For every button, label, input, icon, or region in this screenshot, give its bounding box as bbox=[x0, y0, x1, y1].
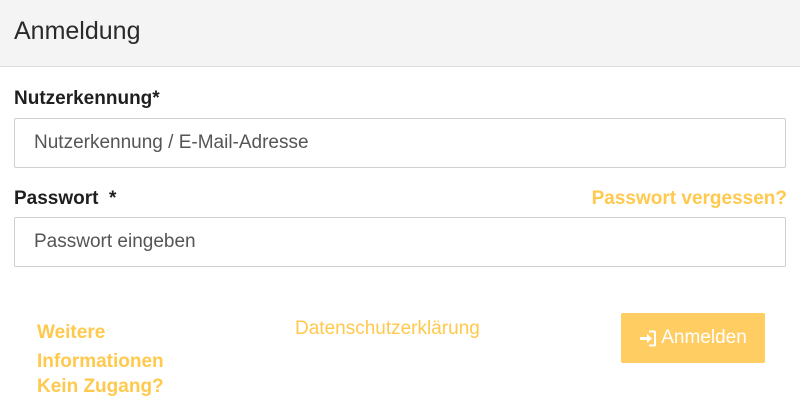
page-title: Anmeldung bbox=[14, 17, 141, 45]
password-input[interactable] bbox=[14, 217, 786, 267]
page-header: Anmeldung bbox=[0, 0, 800, 67]
no-access-link[interactable]: Kein Zugang? bbox=[37, 376, 164, 398]
username-input[interactable] bbox=[14, 118, 786, 168]
login-button-label: Anmelden bbox=[661, 327, 747, 348]
login-button[interactable]: Anmelden bbox=[621, 313, 765, 363]
privacy-policy-link[interactable]: Datenschutzerklärung bbox=[295, 318, 480, 340]
password-label: Passwort * bbox=[14, 188, 117, 209]
sign-in-icon bbox=[639, 330, 657, 347]
forgot-password-link[interactable]: Passwort vergessen? bbox=[592, 188, 787, 210]
username-label: Nutzerkennung* bbox=[14, 88, 160, 109]
more-info-link[interactable]: Weitere Informationen bbox=[37, 318, 197, 376]
